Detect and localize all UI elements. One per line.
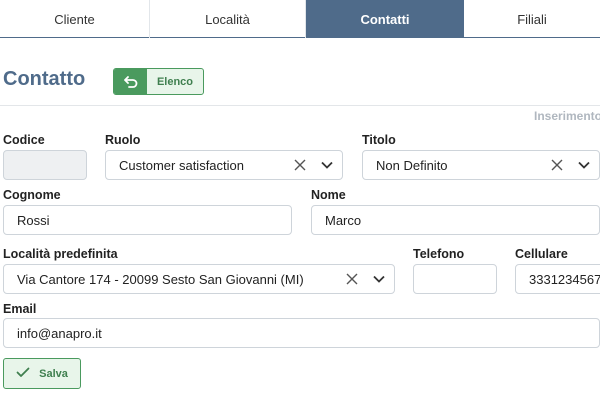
chevron-down-icon[interactable] xyxy=(569,151,599,179)
email-label: Email xyxy=(3,302,37,316)
back-arrow-icon xyxy=(114,69,147,94)
ruolo-value: Customer satisfaction xyxy=(119,157,244,173)
titolo-select[interactable]: Non Definito xyxy=(362,150,600,180)
tab-localita[interactable]: Località xyxy=(150,0,306,38)
tab-contatti[interactable]: Contatti xyxy=(306,0,464,38)
email-field[interactable]: info@anapro.it xyxy=(3,318,600,348)
codice-field[interactable] xyxy=(3,150,87,180)
tab-filiali[interactable]: Filiali xyxy=(464,0,600,38)
tab-cliente[interactable]: Cliente xyxy=(0,0,150,38)
tab-bar: Cliente Località Contatti Filiali xyxy=(0,0,600,38)
telefono-label: Telefono xyxy=(413,247,465,261)
salva-label: Salva xyxy=(39,367,68,380)
codice-label: Codice xyxy=(3,133,45,147)
nome-label: Nome xyxy=(311,188,346,202)
cognome-field[interactable]: Rossi xyxy=(3,205,292,235)
status-note: Inserimento xyxy=(533,109,600,123)
clear-icon[interactable] xyxy=(340,265,364,293)
check-icon xyxy=(16,367,30,381)
page-title: Contatto xyxy=(3,68,86,90)
clear-icon[interactable] xyxy=(288,151,312,179)
cellulare-field[interactable]: 3331234567 xyxy=(515,264,600,294)
localita-value: Via Cantore 174 - 20099 Sesto San Giovan… xyxy=(17,271,304,287)
titolo-value: Non Definito xyxy=(376,157,448,173)
cognome-label: Cognome xyxy=(3,188,61,202)
ruolo-select[interactable]: Customer satisfaction xyxy=(105,150,343,180)
telefono-field[interactable] xyxy=(413,264,497,294)
elenco-button[interactable]: Elenco xyxy=(113,68,204,95)
cellulare-label: Cellulare xyxy=(515,247,568,261)
ruolo-label: Ruolo xyxy=(105,133,141,147)
divider xyxy=(0,105,600,106)
elenco-label: Elenco xyxy=(156,75,194,88)
salva-button[interactable]: Salva xyxy=(3,358,81,389)
localita-select[interactable]: Via Cantore 174 - 20099 Sesto San Giovan… xyxy=(3,264,395,294)
nome-field[interactable]: Marco xyxy=(311,205,600,235)
titolo-label: Titolo xyxy=(362,133,396,147)
chevron-down-icon[interactable] xyxy=(364,265,394,293)
localita-label: Località predefinita xyxy=(3,247,118,261)
clear-icon[interactable] xyxy=(545,151,569,179)
chevron-down-icon[interactable] xyxy=(312,151,342,179)
